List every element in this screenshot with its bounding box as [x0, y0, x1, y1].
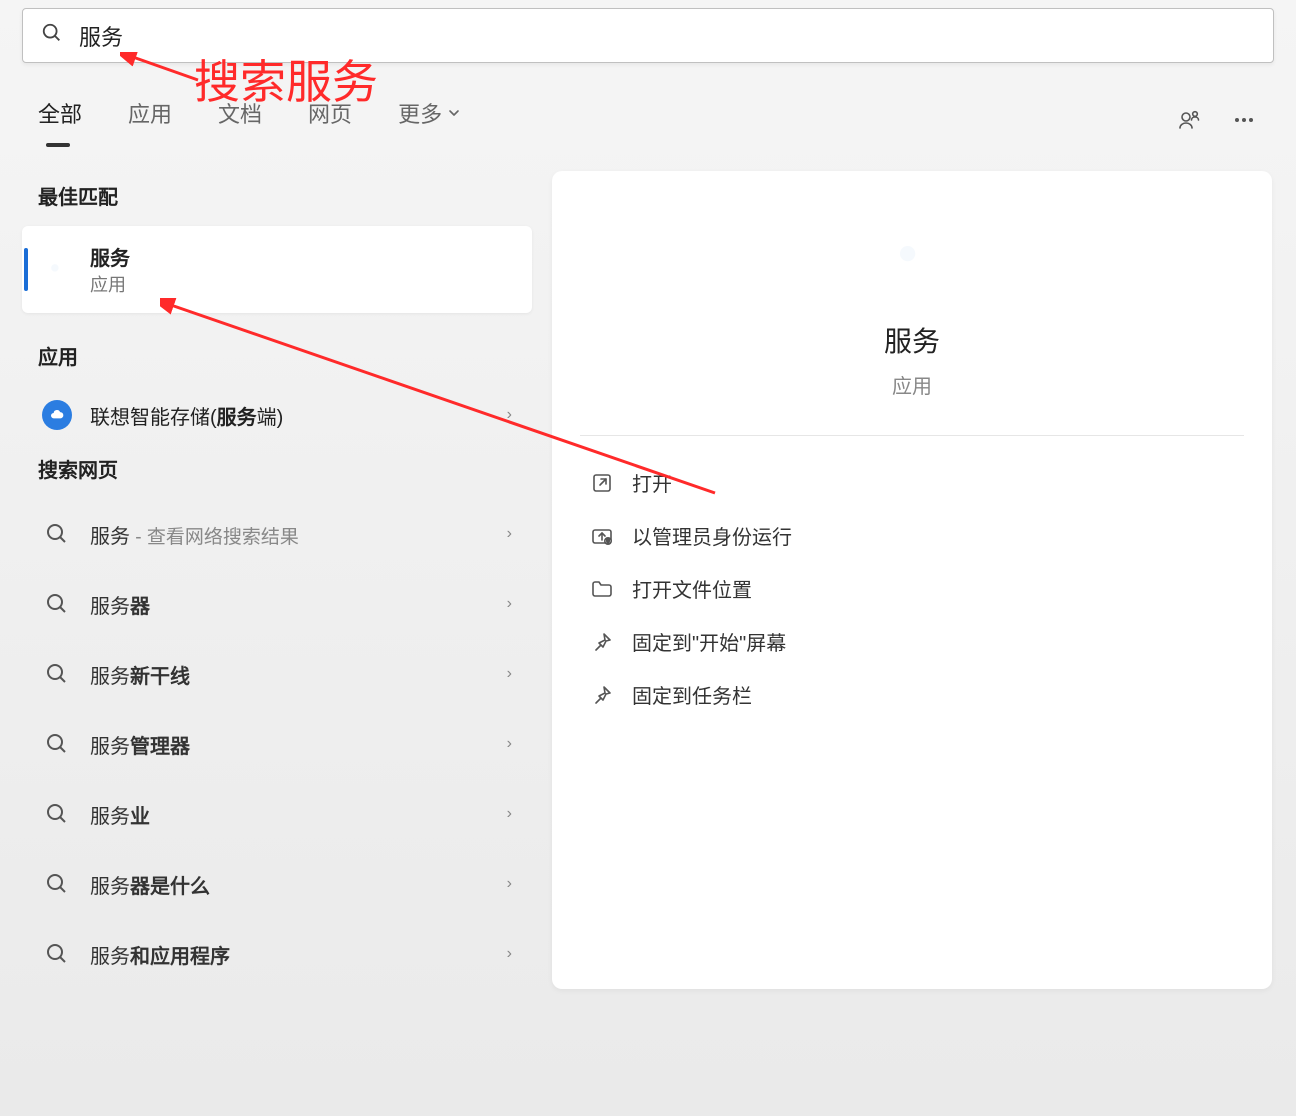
- app-result-lenovo-storage[interactable]: 联想智能存储(服务端) ›: [22, 386, 532, 444]
- best-match-subtitle: 应用: [90, 271, 130, 297]
- app-item-prefix: 联想智能存储(: [90, 407, 217, 429]
- tab-more-label: 更多: [398, 97, 442, 129]
- web-bold: 管理器: [130, 736, 190, 758]
- web-bold: 器是什么: [130, 876, 210, 898]
- web-prefix: 服务: [90, 876, 130, 898]
- account-icon[interactable]: [1176, 106, 1204, 134]
- web-result-2[interactable]: 服务新干线 ›: [22, 639, 532, 709]
- search-icon: [41, 22, 63, 49]
- chevron-right-icon: ›: [507, 945, 512, 963]
- chevron-right-icon: ›: [507, 805, 512, 823]
- preview-gear-icon: [877, 223, 947, 298]
- action-run-admin-label: 以管理员身份运行: [632, 521, 792, 550]
- search-icon: [40, 727, 74, 761]
- web-result-3[interactable]: 服务管理器 ›: [22, 709, 532, 779]
- best-match-header: 最佳匹配: [22, 171, 532, 226]
- chevron-right-icon: ›: [507, 406, 512, 424]
- action-pin-taskbar[interactable]: 固定到任务栏: [580, 668, 1244, 721]
- action-run-admin[interactable]: 以管理员身份运行: [580, 509, 1244, 562]
- tab-all[interactable]: 全部: [38, 97, 82, 143]
- search-icon: [40, 657, 74, 691]
- chevron-right-icon: ›: [507, 875, 512, 893]
- web-bold: 业: [130, 806, 150, 828]
- web-result-0[interactable]: 服务 - 查看网络搜索结果 ›: [22, 499, 532, 569]
- preview-subtitle: 应用: [892, 370, 932, 399]
- chevron-right-icon: ›: [507, 525, 512, 543]
- tab-apps[interactable]: 应用: [128, 97, 172, 143]
- tab-more[interactable]: 更多: [398, 97, 460, 143]
- search-icon: [40, 517, 74, 551]
- web-prefix: 服务: [90, 806, 130, 828]
- web-result-6[interactable]: 服务和应用程序 ›: [22, 919, 532, 989]
- web-prefix: 服务: [90, 526, 130, 548]
- search-bar[interactable]: [22, 8, 1274, 63]
- preview-title: 服务: [884, 320, 940, 360]
- chevron-right-icon: ›: [507, 595, 512, 613]
- pin-icon: [590, 630, 614, 654]
- best-match-title: 服务: [90, 242, 130, 271]
- search-icon: [40, 867, 74, 901]
- chevron-down-icon: [448, 107, 460, 119]
- search-icon: [40, 937, 74, 971]
- chevron-right-icon: ›: [507, 665, 512, 683]
- action-pin-start[interactable]: 固定到"开始"屏幕: [580, 615, 1244, 668]
- web-prefix: 服务: [90, 946, 130, 968]
- cloud-icon: [40, 398, 74, 432]
- services-gear-icon: [40, 253, 74, 287]
- search-icon: [40, 587, 74, 621]
- more-options-icon[interactable]: [1230, 106, 1258, 134]
- results-column: 最佳匹配 服务 应用 应用 联想智能存储(服务端) › 搜索网页: [22, 171, 532, 989]
- action-open-location-label: 打开文件位置: [632, 574, 752, 603]
- action-open-label: 打开: [632, 468, 672, 497]
- web-result-4[interactable]: 服务业 ›: [22, 779, 532, 849]
- filter-tabs: 全部 应用 文档 网页 更多: [0, 71, 1296, 143]
- web-prefix: 服务: [90, 736, 130, 758]
- action-open[interactable]: 打开: [580, 456, 1244, 509]
- web-bold: 和应用程序: [130, 946, 230, 968]
- apps-header: 应用: [22, 331, 532, 386]
- open-icon: [590, 471, 614, 495]
- web-header: 搜索网页: [22, 444, 532, 499]
- tab-web[interactable]: 网页: [308, 97, 352, 143]
- web-bold: 器: [130, 596, 150, 618]
- folder-icon: [590, 577, 614, 601]
- shield-icon: [590, 524, 614, 548]
- chevron-right-icon: ›: [507, 735, 512, 753]
- action-pin-taskbar-label: 固定到任务栏: [632, 680, 752, 709]
- web-bold: 新干线: [130, 666, 190, 688]
- app-item-bold: 服务: [217, 407, 257, 429]
- pin-icon: [590, 683, 614, 707]
- action-open-location[interactable]: 打开文件位置: [580, 562, 1244, 615]
- search-icon: [40, 797, 74, 831]
- web-suffix: - 查看网络搜索结果: [130, 527, 299, 548]
- preview-pane: 服务 应用 打开 以管理员身份运行 打开文件位置 固定到"开始"屏幕: [552, 171, 1272, 989]
- web-result-1[interactable]: 服务器 ›: [22, 569, 532, 639]
- tab-docs[interactable]: 文档: [218, 97, 262, 143]
- web-result-5[interactable]: 服务器是什么 ›: [22, 849, 532, 919]
- action-pin-start-label: 固定到"开始"屏幕: [632, 627, 786, 656]
- best-match-item[interactable]: 服务 应用: [22, 226, 532, 313]
- search-input[interactable]: [79, 23, 1255, 49]
- web-prefix: 服务: [90, 596, 130, 618]
- app-item-suffix: 端): [257, 407, 284, 429]
- web-prefix: 服务: [90, 666, 130, 688]
